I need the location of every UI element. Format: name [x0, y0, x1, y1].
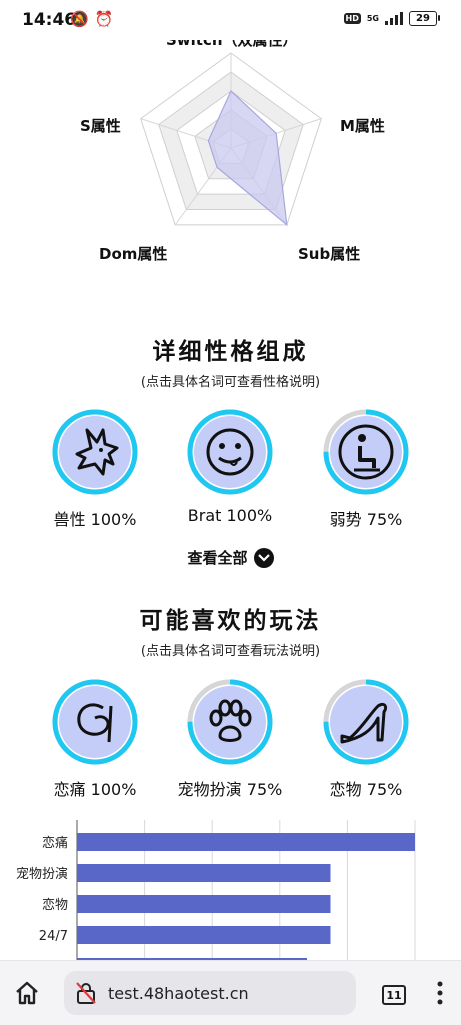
wolf-icon [75, 428, 119, 476]
signal-icon [385, 12, 403, 25]
status-time: 14:46 [22, 10, 77, 30]
bar-category-label: 恋痛 [42, 835, 68, 851]
hd-badge: HD [343, 13, 361, 24]
whip-icon [77, 703, 113, 743]
view-all-label: 查看全部 [187, 549, 248, 567]
network-label: 5G [366, 13, 379, 23]
smiley-icon [206, 428, 254, 476]
bar-category-label: 宠物扮演 [16, 866, 68, 882]
play-card-1[interactable]: 宠物扮演 75% [170, 678, 290, 800]
play-label-0: 恋痛 100% [53, 780, 137, 799]
play-styles-subtitle: (点击具体名词可查看玩法说明) [140, 644, 321, 659]
radar-label-left: S属性 [80, 117, 121, 135]
ring-1 [186, 408, 274, 496]
play-label-2: 恋物 75% [329, 780, 403, 799]
view-all-button[interactable]: 查看全部 [0, 547, 461, 568]
tab-count: 11 [386, 988, 402, 1002]
home-icon[interactable] [14, 980, 40, 1006]
play-bar-chart: 恋痛宠物扮演恋物 24/7 [16, 820, 416, 960]
play-styles-title: 可能喜欢的玩法 [139, 608, 322, 634]
personality-card-0[interactable]: 兽性 100% [35, 408, 155, 530]
notification-muted-icon: 🔕 [70, 10, 89, 28]
play-ring-2 [322, 678, 410, 766]
ring-2 [322, 408, 410, 496]
paw-icon [209, 699, 252, 742]
radar-label-bottom-left: Dom属性 [99, 245, 168, 263]
play-card-2[interactable]: 恋物 75% [306, 678, 426, 800]
personality-title: 详细性格组成 [152, 339, 309, 365]
tab-switcher-button[interactable]: 11 [382, 985, 406, 1005]
battery-level: 29 [416, 13, 430, 24]
address-bar[interactable]: test.48haotest.cn [64, 971, 356, 1015]
bar[interactable] [77, 895, 331, 913]
alarm-icon: ⏰ [94, 10, 114, 28]
play-card-0[interactable]: 恋痛 100% [35, 678, 155, 800]
url-text: test.48haotest.cn [108, 983, 249, 1003]
bar[interactable] [77, 926, 331, 944]
chevron-down-icon [253, 547, 274, 568]
personality-label-0: 兽性 100% [53, 510, 137, 529]
bar[interactable] [77, 864, 331, 882]
personality-subtitle: (点击具体名词可查看性格说明) [140, 375, 321, 390]
high-heel-icon [340, 702, 388, 744]
insecure-lock-icon [76, 982, 96, 1004]
kneeling-icon [338, 424, 394, 480]
bar-category-label: 24/7 [39, 929, 68, 944]
personality-label-1: Brat 100% [187, 506, 273, 525]
personality-label-2: 弱势 75% [329, 510, 403, 529]
play-ring-0 [51, 678, 139, 766]
more-menu-icon[interactable] [436, 981, 444, 1005]
browser-bottom-bar: test.48haotest.cn 11 [0, 960, 461, 1025]
radar-label-bottom-right: Sub属性 [298, 245, 361, 263]
ring-0 [51, 408, 139, 496]
bar[interactable] [77, 833, 415, 851]
radar-label-right: M属性 [340, 117, 385, 135]
battery-icon: 29 [409, 11, 440, 26]
personality-card-1[interactable]: Brat 100% [170, 408, 290, 525]
bar-category-label: 恋物 [42, 897, 68, 913]
play-label-1: 宠物扮演 75% [177, 780, 283, 799]
play-ring-1 [186, 678, 274, 766]
personality-card-2[interactable]: 弱势 75% [306, 408, 426, 530]
status-bar: 14:46 🔕 ⏰ HD 5G 29 [0, 0, 461, 40]
